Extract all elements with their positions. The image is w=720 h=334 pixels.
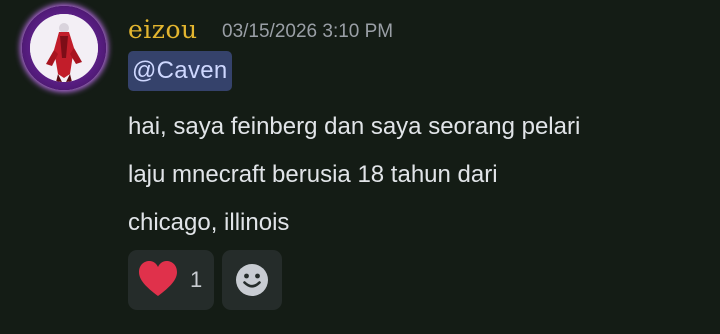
reaction-count: 1 xyxy=(190,267,203,292)
message-content: hai, saya feinberg dan saya seorang pela… xyxy=(128,103,688,247)
add-reaction-button[interactable] xyxy=(222,250,282,310)
smiley-icon xyxy=(236,264,268,296)
username[interactable]: eizou xyxy=(128,14,198,46)
avatar-icon xyxy=(30,14,98,82)
heart-icon xyxy=(139,261,177,296)
chat-message: eizou 03/15/2026 3:10 PM @Caven hai, say… xyxy=(0,0,720,334)
reaction-heart[interactable]: 1 xyxy=(128,250,214,310)
user-mention[interactable]: @Caven xyxy=(128,51,232,91)
message-line: laju mnecraft berusia 18 tahun dari xyxy=(128,161,498,188)
message-line: hai, saya feinberg dan saya seorang pela… xyxy=(128,113,581,140)
timestamp: 03/15/2026 3:10 PM xyxy=(222,21,394,42)
message-line: chicago, illinois xyxy=(128,209,290,236)
avatar[interactable] xyxy=(22,6,106,90)
